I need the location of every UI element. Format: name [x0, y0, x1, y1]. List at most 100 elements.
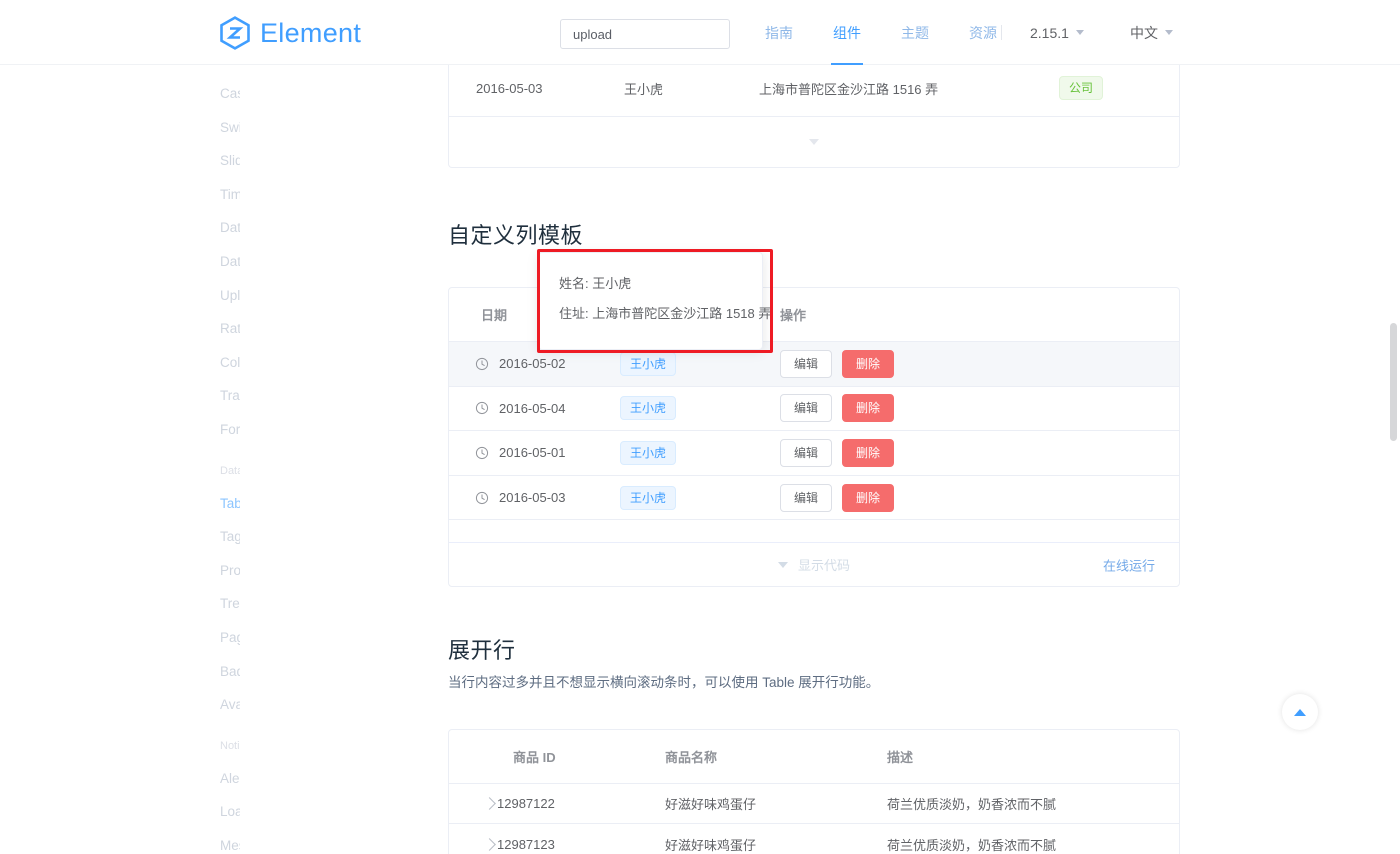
cell-address: 上海市普陀区金沙江路 1516 弄 [759, 81, 939, 97]
chevron-right-icon [483, 797, 496, 811]
chevron-down-icon [777, 561, 788, 568]
table-row[interactable]: 12987122 好滋好味鸡蛋仔 荷兰优质淡奶，奶香浓而不腻 [449, 784, 1179, 825]
expand-toggle[interactable] [449, 796, 497, 811]
table-row[interactable]: 2016-05-03 王小虎 上海市普陀区金沙江路 1516 弄 公司 [449, 60, 1179, 117]
sidebar-item-pagination[interactable]: Pagination 分页 [0, 621, 240, 655]
delete-button[interactable]: 删除 [842, 349, 895, 378]
cell-product-id: 12987122 [497, 796, 555, 812]
table-row[interactable]: 2016-05-01 王小虎 编辑 删除 [449, 431, 1179, 476]
status-badge: 公司 [1059, 76, 1104, 100]
sidebar-item-tree[interactable]: Tree 树形控件 [0, 587, 240, 621]
delete-button[interactable]: 删除 [842, 483, 895, 512]
cell-product-name: 好滋好味鸡蛋仔 [665, 837, 757, 853]
logo-text: Element [260, 17, 362, 48]
sidebar-item-table[interactable]: Table 表格 [0, 487, 240, 521]
edit-button[interactable]: 编辑 [780, 349, 833, 378]
cell-description: 荷兰优质淡奶，奶香浓而不腻 [887, 837, 1057, 853]
table-row[interactable]: 2016-05-04 王小虎 编辑 删除 [449, 387, 1179, 432]
name-popover: 姓名: 王小虎 住址: 上海市普陀区金沙江路 1518 弄 [538, 252, 771, 350]
version-selector[interactable]: 2.15.1 [1030, 0, 1084, 65]
sidebar-item-alert[interactable]: Alert 警告 [0, 762, 240, 796]
nav-item-components[interactable]: 组件 [813, 0, 881, 65]
demo-block-collapse-toggle[interactable] [449, 117, 1179, 167]
show-code-toggle[interactable]: 显示代码 [777, 555, 850, 574]
version-label: 2.15.1 [1030, 24, 1069, 41]
cell-operations: 编辑 删除 [780, 349, 990, 378]
sidebar-nav: Cascader 级联选择器 Switch 开关 Slider 滑块 TimeP… [0, 65, 240, 854]
expand-row-demo-block: 商品 ID 商品名称 描述 12987122 好滋好味鸡蛋仔 荷兰优质淡奶，奶香… [448, 729, 1180, 854]
search-input-value: upload [573, 26, 613, 42]
popover-name-line: 姓名: 王小虎 [559, 276, 632, 291]
nav-item-theme[interactable]: 主题 [881, 0, 949, 65]
name-tag: 王小虎 [620, 440, 677, 465]
column-header-description: 描述 [887, 750, 914, 765]
sidebar-item-datepicker[interactable]: DatePicker 日期选择器 [0, 211, 240, 245]
sidebar-item-transfer[interactable]: Transfer 穿梭框 [0, 379, 240, 413]
edit-button[interactable]: 编辑 [780, 483, 833, 512]
table-row[interactable]: 12987123 好滋好味鸡蛋仔 荷兰优质淡奶，奶香浓而不腻 [449, 824, 1179, 854]
nav-item-resource[interactable]: 资源 [949, 0, 1017, 65]
edit-button[interactable]: 编辑 [780, 394, 833, 423]
column-header-operations: 操作 [780, 308, 807, 323]
sidebar-item-slider[interactable]: Slider 滑块 [0, 144, 240, 178]
cell-date: 2016-05-03 [449, 490, 620, 505]
language-label: 中文 [1130, 24, 1158, 41]
sidebar-item-cascader[interactable]: Cascader 级联选择器 [0, 77, 240, 111]
back-to-top-button[interactable] [1282, 694, 1318, 730]
clock-icon [475, 446, 489, 460]
cell-tag: 公司 [1059, 76, 1179, 100]
sidebar-item-timepicker[interactable]: TimePicker 时间选择器 [0, 178, 240, 212]
sidebar-item-badge[interactable]: Badge 标记 [0, 655, 240, 689]
cell-date-text: 2016-05-04 [499, 400, 566, 416]
delete-button[interactable]: 删除 [842, 438, 895, 467]
sidebar-item-avatar[interactable]: Avatar 头像 [0, 688, 240, 722]
cell-date: 2016-05-01 [449, 445, 620, 460]
sidebar-item-upload[interactable]: Upload 上传 [0, 279, 240, 313]
sidebar-item-tag[interactable]: Tag 标签 [0, 520, 240, 554]
cell-product-name: 好滋好味鸡蛋仔 [665, 797, 757, 813]
sidebar-item-form[interactable]: Form 表单 [0, 413, 240, 447]
search-input[interactable]: upload [560, 19, 730, 49]
delete-button[interactable]: 删除 [842, 394, 895, 423]
cell-description: 荷兰优质淡奶，奶香浓而不腻 [887, 797, 1057, 813]
run-online-link[interactable]: 在线运行 [1103, 555, 1155, 574]
cell-operations: 编辑 删除 [780, 438, 990, 467]
sidebar-group-data: Data [220, 464, 240, 477]
nav-divider [1001, 25, 1002, 40]
section-description-expand-row: 当行内容过多并且不想显示横向滚动条时，可以使用 Table 展开行功能。 [448, 675, 880, 690]
nav-item-guide[interactable]: 指南 [745, 0, 813, 65]
name-tag: 王小虎 [620, 351, 677, 376]
sidebar-item-colorpicker[interactable]: ColorPicker 颜色选择器 [0, 346, 240, 380]
chevron-down-icon [1165, 30, 1173, 35]
sidebar-item-loading[interactable]: Loading 加载 [0, 795, 240, 829]
sidebar-item-rate[interactable]: Rate 评分 [0, 312, 240, 346]
sidebar-item-message[interactable]: Message 消息提示 [0, 829, 240, 854]
expand-toggle[interactable] [449, 837, 497, 852]
cell-date: 2016-05-02 [449, 356, 620, 371]
cell-name: 王小虎 [620, 351, 780, 376]
table-row[interactable]: 2016-05-03 王小虎 编辑 删除 [449, 476, 1179, 521]
sidebar-item-datetimepicker[interactable]: DateTimePicker 日期时间选择器 [0, 245, 240, 279]
column-header-product-name: 商品名称 [665, 750, 718, 765]
name-tag: 王小虎 [620, 485, 677, 510]
cell-operations: 编辑 删除 [780, 483, 990, 512]
cell-product-id: 12987123 [497, 836, 555, 852]
language-selector[interactable]: 中文 [1130, 0, 1173, 65]
cell-name: 王小虎 [620, 440, 780, 465]
sidebar-item-progress[interactable]: Progress 进度条 [0, 554, 240, 588]
cell-operations: 编辑 删除 [780, 394, 990, 423]
table-demo-block-top: 2016-05-03 王小虎 上海市普陀区金沙江路 1516 弄 公司 [448, 60, 1180, 168]
chevron-right-icon [483, 837, 496, 851]
show-code-label: 显示代码 [797, 558, 850, 573]
sidebar-item-switch[interactable]: Switch 开关 [0, 111, 240, 145]
cell-date-text: 2016-05-02 [499, 356, 566, 372]
table-header-row: 商品 ID 商品名称 描述 [449, 730, 1179, 784]
page-scrollbar-thumb[interactable] [1390, 323, 1397, 441]
chevron-down-icon [1075, 30, 1084, 35]
primary-nav: 指南 组件 主题 资源 [745, 0, 1017, 65]
chevron-down-icon [809, 139, 819, 145]
site-header: Element upload 指南 组件 主题 资源 2.15.1 中文 [0, 0, 1400, 65]
site-logo[interactable]: Element [219, 16, 361, 50]
edit-button[interactable]: 编辑 [780, 438, 833, 467]
clock-icon [475, 402, 489, 415]
